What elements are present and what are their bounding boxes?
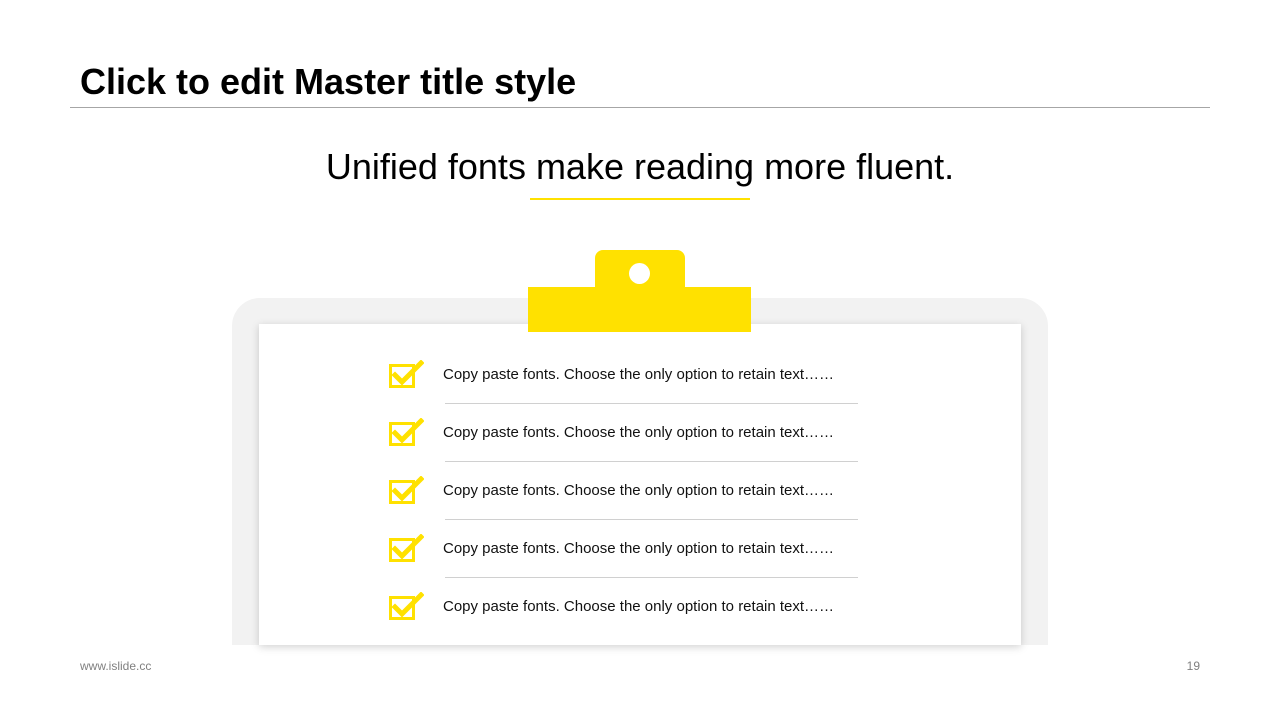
- checklist-item-text[interactable]: Copy paste fonts. Choose the only option…: [443, 598, 834, 616]
- headline[interactable]: Unified fonts make reading more fluent.: [0, 144, 1280, 190]
- checklist: Copy paste fonts. Choose the only option…: [388, 346, 868, 636]
- checklist-item-text[interactable]: Copy paste fonts. Choose the only option…: [443, 424, 834, 442]
- checklist-item: Copy paste fonts. Choose the only option…: [388, 404, 868, 462]
- headline-underline: [530, 198, 750, 200]
- checklist-item: Copy paste fonts. Choose the only option…: [388, 578, 868, 636]
- clipboard-clip-hole: [629, 263, 650, 284]
- title-divider: [70, 107, 1210, 108]
- clipboard-clip-base: [528, 287, 751, 332]
- checklist-item: Copy paste fonts. Choose the only option…: [388, 520, 868, 578]
- checked-box-icon: [389, 592, 424, 620]
- checked-box-icon: [389, 360, 424, 388]
- checklist-item-text[interactable]: Copy paste fonts. Choose the only option…: [443, 482, 834, 500]
- checked-box-icon: [389, 418, 424, 446]
- checked-box-icon: [389, 534, 424, 562]
- checklist-item: Copy paste fonts. Choose the only option…: [388, 462, 868, 520]
- master-title[interactable]: Click to edit Master title style: [80, 60, 576, 104]
- checklist-item: Copy paste fonts. Choose the only option…: [388, 346, 868, 404]
- checked-box-icon: [389, 476, 424, 504]
- checklist-item-text[interactable]: Copy paste fonts. Choose the only option…: [443, 540, 834, 558]
- checklist-item-text[interactable]: Copy paste fonts. Choose the only option…: [443, 366, 834, 384]
- page-number: 19: [1186, 659, 1200, 673]
- slide: Click to edit Master title style Unified…: [0, 0, 1280, 720]
- footer-url: www.islide.cc: [80, 659, 152, 673]
